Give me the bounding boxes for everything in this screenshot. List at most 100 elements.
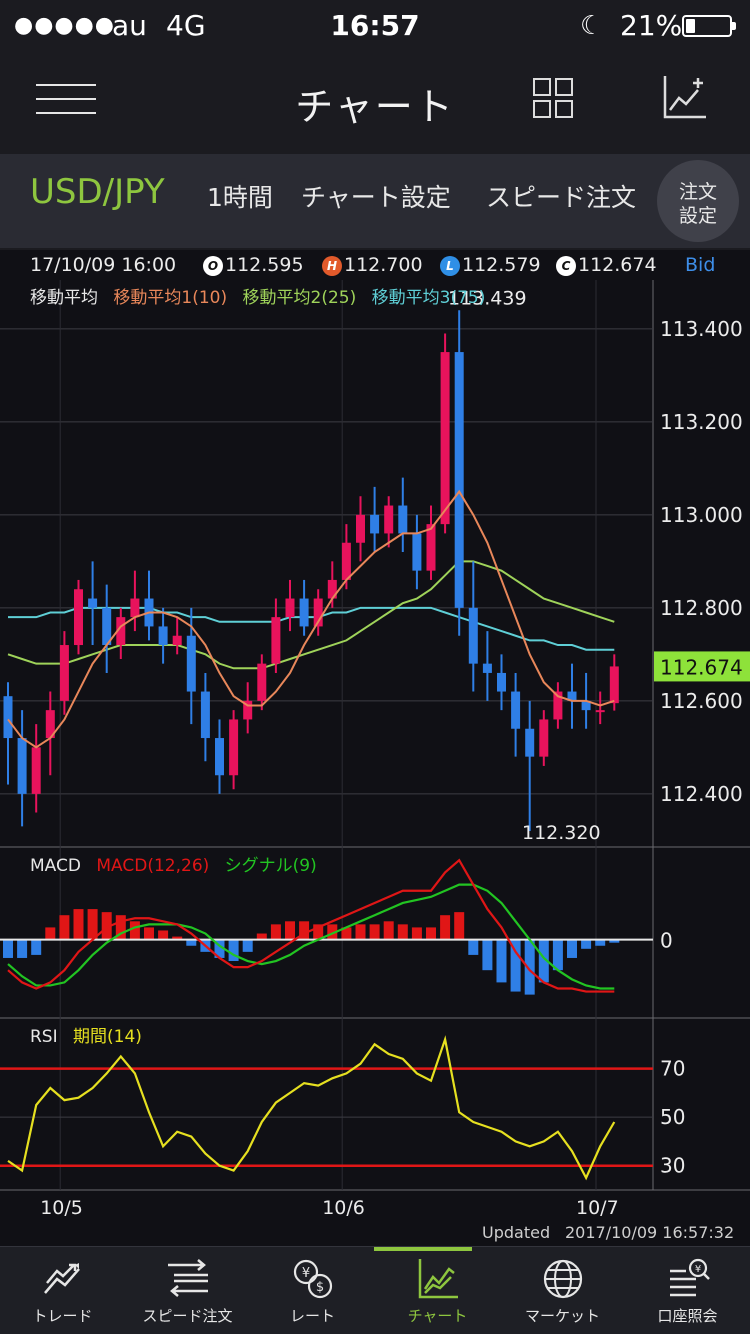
macd-legend-label: MACD — [30, 856, 81, 876]
ma2-line — [7, 560, 615, 670]
candle-up — [229, 719, 239, 776]
tab-rate[interactable]: ¥ $ レート — [250, 1247, 375, 1334]
macd-histogram-bar — [285, 921, 295, 940]
chart-settings-button[interactable]: チャート設定 — [301, 178, 451, 214]
rsi-legend-label: RSI — [30, 1027, 58, 1047]
candle-up — [341, 542, 351, 580]
macd-histogram-bar — [3, 939, 13, 958]
signal-line — [7, 883, 615, 990]
globe-icon — [543, 1259, 583, 1299]
tab-label: チャート — [407, 1307, 468, 1325]
price-axis-label: 112.600 — [660, 689, 743, 713]
candle-up — [609, 666, 619, 704]
rsi-period-legend: 期間(14) — [73, 1027, 142, 1047]
updated-label: Updated — [482, 1223, 551, 1242]
account-search-icon: ¥ — [670, 1258, 710, 1297]
candle-down — [482, 663, 492, 673]
high-value: H 112.700 — [322, 254, 423, 276]
candle-up — [59, 645, 69, 701]
battery-percent: 21% — [620, 9, 683, 42]
macd-histogram-bar — [411, 927, 422, 940]
ohlc-info: 17/10/09 16:00 O 112.595 H 112.700 L 112.57… — [0, 250, 750, 280]
order-settings-label-2: 設定 — [678, 205, 717, 227]
tab-trade[interactable]: トレード — [0, 1247, 125, 1334]
chart-area[interactable]: 113.400 113.200 113.000 112.800 112.600 112.4… — [0, 280, 750, 1220]
tab-label: レート — [289, 1307, 335, 1325]
macd-histogram-bar — [567, 939, 577, 958]
moon-icon: ☾ — [580, 11, 604, 41]
rsi-level-label: 50 — [660, 1105, 685, 1129]
tab-label: マーケット — [524, 1307, 600, 1325]
candle-up — [257, 663, 267, 701]
order-settings-label-1: 注文 — [678, 181, 717, 203]
close-value: C 112.674 — [556, 254, 657, 276]
high-badge-icon: H — [322, 256, 342, 276]
macd-histogram-bar — [129, 921, 140, 940]
ma2-legend: 移動平均2(25) — [242, 288, 357, 308]
candle-down — [186, 635, 196, 692]
macd-histogram-bar — [87, 909, 98, 940]
candle-down — [468, 607, 478, 664]
tab-account[interactable]: ¥ 口座照会 — [625, 1247, 750, 1334]
candle-down — [454, 352, 464, 608]
tab-market[interactable]: マーケット — [500, 1247, 625, 1334]
candle-down — [299, 598, 309, 627]
current-price-label: 112.674 — [660, 655, 743, 679]
chart-add-icon[interactable] — [662, 74, 708, 120]
macd-histogram-bar — [355, 924, 366, 940]
ma-legend-label: 移動平均 — [30, 288, 98, 308]
signal-line-legend: シグナル(9) — [224, 856, 317, 876]
macd-histogram-bar — [397, 924, 408, 940]
tab-speed-order[interactable]: スピード注文 — [125, 1247, 250, 1334]
macd-histogram-bar — [31, 939, 42, 955]
candle-down — [200, 691, 210, 739]
macd-histogram-bar — [440, 915, 451, 940]
macd-legend: MACD MACD(12,26) シグナル(9) — [30, 851, 327, 876]
rsi-level-label: 70 — [660, 1057, 685, 1081]
candle-down — [3, 696, 13, 739]
ma-legend: 移動平均 移動平均1(10) 移動平均2(25) 移動平均3(75) — [30, 283, 495, 308]
price-axis-label: 113.000 — [660, 503, 743, 527]
nav-bar: チャート — [0, 52, 750, 154]
candle-up — [130, 598, 140, 618]
macd-line-legend: MACD(12,26) — [96, 856, 210, 876]
macd-histogram-bar — [158, 930, 169, 940]
macd-zero-label: 0 — [660, 929, 673, 953]
svg-text:¥: ¥ — [695, 1264, 701, 1275]
macd-histogram-bar — [383, 921, 394, 940]
price-axis-label: 113.400 — [660, 317, 743, 341]
tab-label: トレード — [32, 1307, 93, 1325]
macd-histogram-bar — [369, 924, 380, 940]
layout-grid-icon[interactable] — [533, 78, 575, 120]
macd-histogram-bar — [426, 927, 436, 940]
ohlc-datetime: 17/10/09 16:00 — [30, 254, 177, 276]
tab-bar: トレード スピード注文 ¥ $ レート チャート マーケット ¥ 口座照会 — [0, 1246, 750, 1334]
low-badge-icon: L — [440, 256, 460, 276]
speed-order-button[interactable]: スピード注文 — [486, 178, 636, 214]
price-type-label[interactable]: Bid — [685, 254, 715, 276]
tab-chart[interactable]: チャート — [375, 1247, 500, 1334]
ma3-legend: 移動平均3(75) — [371, 288, 486, 308]
candle-up — [426, 524, 436, 571]
low-annotation: 112.320 — [522, 822, 601, 844]
low-value: L 112.579 — [440, 254, 541, 276]
macd-histogram-bar — [482, 939, 493, 971]
close-badge-icon: C — [556, 256, 576, 276]
macd-histogram-bar — [468, 939, 479, 955]
updated-datetime: 2017/10/09 16:57:32 — [565, 1223, 735, 1242]
macd-histogram-bar — [59, 915, 70, 940]
candle-down — [17, 738, 27, 794]
rsi-level-label: 30 — [660, 1154, 685, 1178]
chart-canvas[interactable]: 113.400 113.200 113.000 112.800 112.600 112.4… — [0, 280, 750, 1220]
macd-histogram-bar — [228, 939, 239, 962]
currency-pair-selector[interactable]: USD/JPY — [30, 172, 165, 212]
order-settings-button[interactable]: 注文 設定 — [657, 160, 739, 242]
macd-histogram-bar — [581, 939, 592, 949]
candle-up — [31, 747, 41, 794]
macd-histogram-bar — [17, 939, 28, 958]
candle-down — [497, 672, 506, 692]
chart-toolbar: USD/JPY 1時間 チャート設定 スピード注文 注文 設定 — [0, 154, 750, 248]
timeframe-selector[interactable]: 1時間 — [207, 178, 273, 214]
candle-down — [525, 728, 535, 757]
ma1-line — [7, 489, 615, 749]
